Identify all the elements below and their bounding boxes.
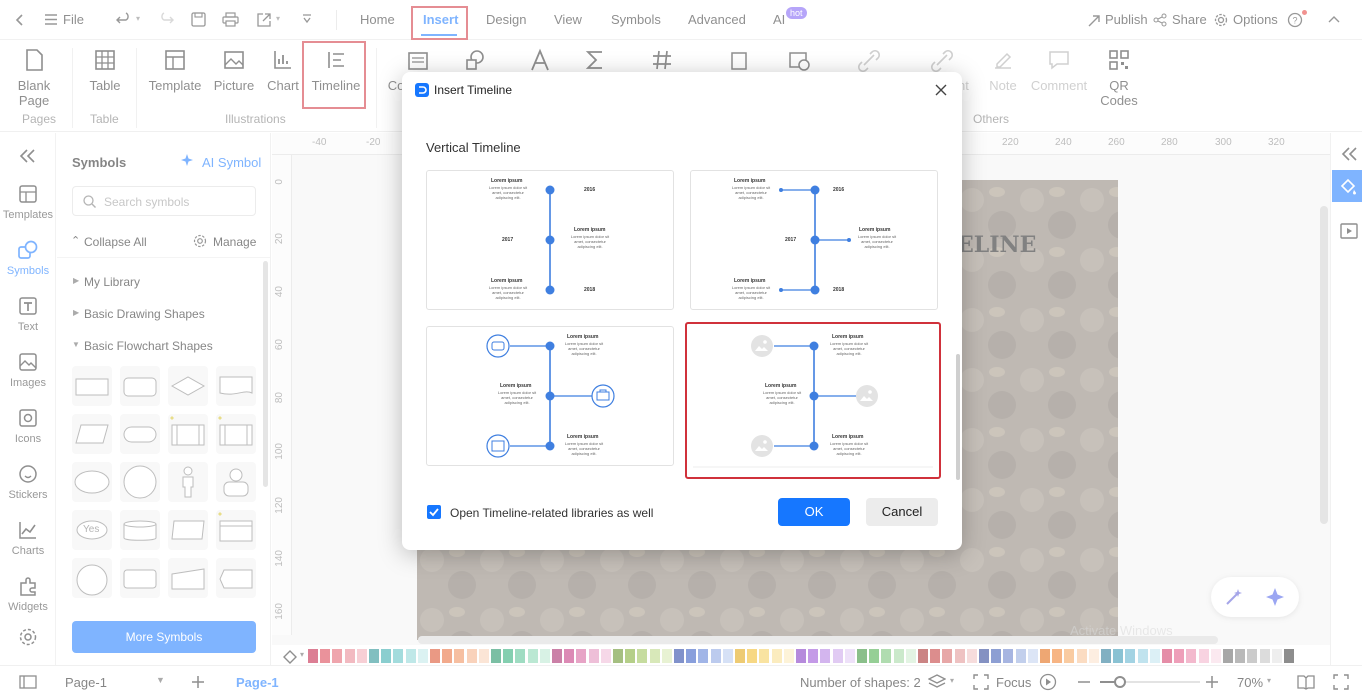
item-title: Lorem ipsum <box>567 334 599 340</box>
ok-button[interactable]: OK <box>778 498 850 526</box>
year-label: 2018 <box>584 287 596 293</box>
year-label: 2016 <box>584 187 596 193</box>
item-title: Lorem ipsum <box>567 434 599 440</box>
item-body: Lorem ipsum dolor sit amet, consectetur … <box>564 341 604 356</box>
year-label: 2018 <box>833 287 845 293</box>
timeline-1-graphic <box>545 185 555 295</box>
item-title: Lorem ipsum <box>734 178 766 184</box>
timeline-3-graphic <box>486 334 615 458</box>
section-title: Vertical Timeline <box>426 140 521 155</box>
timeline-2-graphic <box>779 185 851 295</box>
timeline-template-1[interactable]: Lorem ipsum Lorem ipsum dolor sit amet, … <box>426 170 674 310</box>
item-title: Lorem ipsum <box>832 434 864 440</box>
item-title: Lorem ipsum <box>734 278 766 284</box>
item-title: Lorem ipsum <box>832 334 864 340</box>
cancel-button[interactable]: Cancel <box>866 498 938 526</box>
item-body: Lorem ipsum dolor sit amet, consectetur … <box>762 390 802 405</box>
item-title: Lorem ipsum <box>491 278 523 284</box>
timeline-template-4-selected[interactable]: Lorem ipsum Lorem ipsum dolor sit amet, … <box>685 322 941 479</box>
checkmark-icon <box>429 508 439 517</box>
item-body: Lorem ipsum dolor sit amet, consectetur … <box>488 185 528 200</box>
timeline-template-3[interactable]: Lorem ipsum Lorem ipsum dolor sit amet, … <box>426 326 674 466</box>
timeline-template-2[interactable]: Lorem ipsum Lorem ipsum dolor sit amet, … <box>690 170 938 310</box>
year-label: 2016 <box>833 187 845 193</box>
item-title: Lorem ipsum <box>500 383 532 389</box>
item-body: Lorem ipsum dolor sit amet, consectetur … <box>488 285 528 300</box>
item-body: Lorem ipsum dolor sit amet, consectetur … <box>857 234 897 249</box>
item-title: Lorem ipsum <box>765 383 797 389</box>
dialog-scrollbar[interactable] <box>956 354 960 480</box>
item-body: Lorem ipsum dolor sit amet, consectetur … <box>570 234 610 249</box>
year-label: 2017 <box>785 237 797 243</box>
insert-timeline-dialog: Insert Timeline Vertical Timeline Lorem … <box>402 72 962 550</box>
app-logo-icon <box>415 83 429 97</box>
item-title: Lorem ipsum <box>859 227 891 233</box>
item-title: Lorem ipsum <box>574 227 606 233</box>
close-icon[interactable] <box>935 84 947 96</box>
item-title: Lorem ipsum <box>491 178 523 184</box>
year-label: 2017 <box>502 237 514 243</box>
libraries-checkbox-label[interactable]: Open Timeline-related libraries as well <box>450 506 653 520</box>
timeline-4-graphic <box>693 335 933 468</box>
libraries-checkbox[interactable] <box>427 505 441 519</box>
item-body: Lorem ipsum dolor sit amet, consectetur … <box>829 341 869 356</box>
item-body: Lorem ipsum dolor sit amet, consectetur … <box>731 185 771 200</box>
item-body: Lorem ipsum dolor sit amet, consectetur … <box>829 441 869 456</box>
item-body: Lorem ipsum dolor sit amet, consectetur … <box>497 390 537 405</box>
item-body: Lorem ipsum dolor sit amet, consectetur … <box>731 285 771 300</box>
item-body: Lorem ipsum dolor sit amet, consectetur … <box>564 441 604 456</box>
dialog-title: Insert Timeline <box>434 83 513 97</box>
